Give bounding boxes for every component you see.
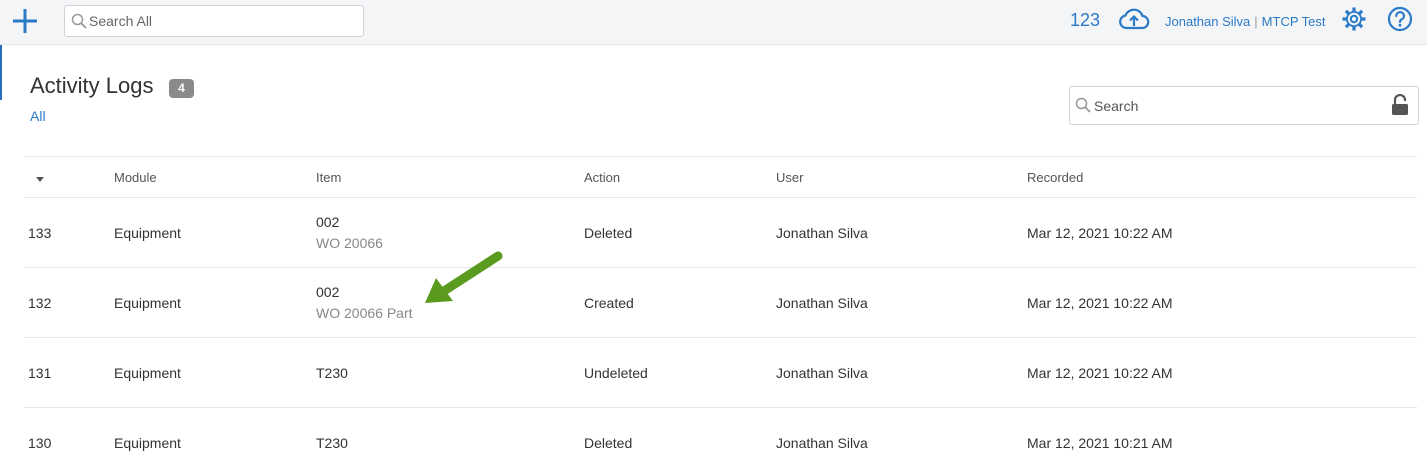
table-row[interactable]: 133 Equipment 002 WO 20066 Deleted Jonath…	[24, 198, 1417, 268]
recorded-column-header[interactable]: Recorded	[1027, 157, 1417, 198]
top-bar: 123 Jonathan Silva | MTCP Test	[0, 0, 1427, 45]
cloud-upload-icon[interactable]	[1118, 6, 1150, 34]
page-title: Activity Logs	[30, 73, 154, 98]
count-link[interactable]: 123	[1070, 10, 1100, 31]
table-row[interactable]: 130 Equipment T230 Deleted Jonathan Silv…	[24, 408, 1417, 473]
row-item-name: T230	[316, 364, 348, 381]
table-search-input[interactable]	[1094, 87, 1384, 124]
row-item: T230	[316, 338, 584, 408]
row-action: Deleted	[584, 224, 633, 241]
row-user: Jonathan Silva	[776, 434, 868, 451]
sort-down-icon[interactable]	[36, 176, 44, 182]
user-name-link[interactable]: Jonathan Silva	[1165, 14, 1250, 29]
row-id: 130	[28, 434, 52, 451]
row-id: 133	[28, 224, 52, 241]
row-module: Equipment	[114, 434, 181, 451]
id-column-header[interactable]	[24, 157, 114, 198]
row-item-detail: WO 20066 Part	[316, 305, 413, 321]
row-item: T230	[316, 408, 584, 473]
user-separator: |	[1254, 14, 1258, 29]
row-item-name: T230	[316, 434, 348, 451]
row-recorded: Mar 12, 2021 10:22 AM	[1027, 364, 1173, 381]
item-column-header[interactable]: Item	[316, 157, 584, 198]
module-column-header[interactable]: Module	[114, 157, 316, 198]
row-user: Jonathan Silva	[776, 224, 868, 241]
global-search-input[interactable]	[89, 6, 359, 36]
user-account-info: Jonathan Silva | MTCP Test	[1165, 14, 1326, 29]
table-row[interactable]: 132 Equipment 002 WO 20066 Part Created J…	[24, 268, 1417, 338]
global-search-box[interactable]	[64, 5, 364, 37]
row-id: 131	[28, 364, 52, 381]
row-action: Undeleted	[584, 364, 648, 381]
row-recorded: Mar 12, 2021 10:22 AM	[1027, 224, 1173, 241]
filter-all-link[interactable]: All	[30, 108, 46, 124]
search-icon	[1075, 97, 1091, 113]
row-action: Deleted	[584, 434, 633, 451]
row-module: Equipment	[114, 294, 181, 311]
row-recorded: Mar 12, 2021 10:21 AM	[1027, 434, 1173, 451]
row-item-detail: WO 20066	[316, 235, 383, 251]
row-item-name: 002	[316, 214, 340, 230]
green-arrow-icon	[425, 251, 503, 303]
row-module: Equipment	[114, 364, 181, 381]
left-accent-bar	[0, 45, 2, 100]
row-action: Created	[584, 294, 634, 311]
activity-log-table: Module Item Action User Recorded 133 Equ…	[24, 156, 1417, 473]
plus-icon[interactable]	[10, 6, 40, 36]
unlock-icon[interactable]	[1390, 94, 1410, 116]
user-column-header[interactable]: User	[776, 157, 1027, 198]
row-module: Equipment	[114, 224, 181, 241]
row-user: Jonathan Silva	[776, 364, 868, 381]
search-icon	[71, 13, 87, 29]
action-column-header[interactable]: Action	[584, 157, 776, 198]
count-badge: 4	[169, 79, 194, 98]
help-icon[interactable]	[1387, 6, 1413, 32]
table-header-row: Module Item Action User Recorded	[24, 156, 1417, 198]
row-id: 132	[28, 294, 52, 311]
gear-icon[interactable]	[1341, 6, 1367, 32]
account-name-link[interactable]: MTCP Test	[1262, 14, 1326, 29]
row-recorded: Mar 12, 2021 10:22 AM	[1027, 294, 1173, 311]
table-search-box[interactable]	[1069, 86, 1419, 125]
table-row[interactable]: 131 Equipment T230 Undeleted Jonathan Si…	[24, 338, 1417, 408]
row-user: Jonathan Silva	[776, 294, 868, 311]
